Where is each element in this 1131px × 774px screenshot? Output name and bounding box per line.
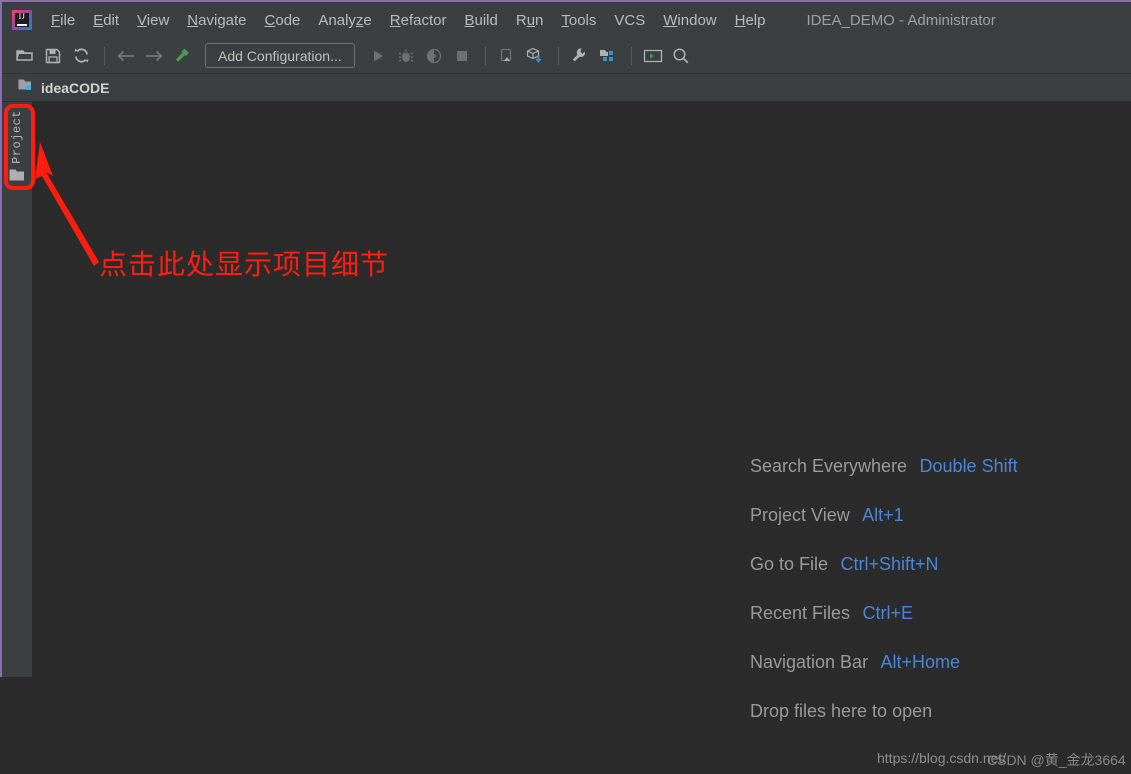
hint-row-search-everywhere: Search Everywhere Double Shift bbox=[750, 442, 1131, 491]
menu-item-analyze[interactable]: Analyze bbox=[309, 9, 380, 32]
menu-bar: IJ File Edit View Navigate Code Analyze … bbox=[2, 0, 1131, 38]
intellij-idea-logo-icon: IJ bbox=[12, 10, 32, 30]
search-magnifier-icon[interactable] bbox=[668, 43, 694, 69]
folder-icon bbox=[9, 168, 26, 187]
hint-label: Project View bbox=[750, 505, 850, 525]
add-configuration-button[interactable]: Add Configuration... bbox=[205, 43, 355, 68]
run-play-icon[interactable] bbox=[365, 43, 391, 69]
forward-arrow-icon[interactable] bbox=[141, 43, 167, 69]
hint-label: Recent Files bbox=[750, 603, 851, 623]
navigation-bar: ideaCODE bbox=[2, 74, 1131, 102]
menu-item-vcs[interactable]: VCS bbox=[605, 9, 654, 32]
left-tool-window-stripe: Project bbox=[2, 102, 32, 677]
window-title: IDEA_DEMO - Administrator bbox=[806, 11, 996, 29]
sync-refresh-icon[interactable] bbox=[68, 43, 94, 69]
hint-shortcut: Ctrl+E bbox=[862, 603, 914, 623]
menu-item-window[interactable]: Window bbox=[654, 9, 725, 32]
build-hammer-icon[interactable] bbox=[169, 43, 195, 69]
breadcrumb-project-name[interactable]: ideaCODE bbox=[41, 80, 109, 96]
menu-item-refactor[interactable]: Refactor bbox=[381, 9, 456, 32]
update-project-icon[interactable] bbox=[494, 43, 520, 69]
watermark-author: CSDN @黄_金龙3664 bbox=[987, 752, 1126, 768]
hint-label: Go to File bbox=[750, 554, 829, 574]
hint-row-project-view: Project View Alt+1 bbox=[750, 491, 1131, 540]
project-tool-window-tab[interactable]: Project bbox=[3, 108, 31, 192]
toolbar-separator-2 bbox=[484, 46, 486, 65]
terminal-window-icon[interactable] bbox=[640, 43, 666, 69]
hint-shortcut: Alt+Home bbox=[880, 652, 961, 672]
hint-shortcut: Alt+1 bbox=[862, 505, 904, 525]
menu-item-navigate[interactable]: Navigate bbox=[178, 9, 255, 32]
editor-shortcut-hints: Search Everywhere Double Shift Project V… bbox=[750, 442, 1131, 736]
settings-wrench-icon[interactable] bbox=[567, 43, 593, 69]
hint-row-recent-files: Recent Files Ctrl+E bbox=[750, 589, 1131, 638]
hint-label: Drop files here to open bbox=[750, 701, 933, 721]
project-tool-window-label: Project bbox=[10, 110, 24, 164]
run-with-coverage-icon[interactable] bbox=[421, 43, 447, 69]
watermark: https://blog.csdn.net/ CSDN @黄_金龙3664 bbox=[877, 750, 1131, 774]
main-toolbar: Add Configuration... bbox=[2, 38, 1131, 74]
menu-item-view[interactable]: View bbox=[128, 9, 178, 32]
hint-row-navigation-bar: Navigation Bar Alt+Home bbox=[750, 638, 1131, 687]
project-folder-icon bbox=[18, 78, 34, 97]
commit-box-icon[interactable] bbox=[522, 43, 548, 69]
hint-row-go-to-file: Go to File Ctrl+Shift+N bbox=[750, 540, 1131, 589]
toolbar-separator-4 bbox=[630, 46, 632, 65]
menu-item-build[interactable]: Build bbox=[455, 9, 506, 32]
editor-empty-area: Search Everywhere Double Shift Project V… bbox=[32, 102, 1131, 768]
open-folder-icon[interactable] bbox=[12, 43, 38, 69]
back-arrow-icon[interactable] bbox=[113, 43, 139, 69]
idea-main-window: IJ File Edit View Navigate Code Analyze … bbox=[0, 0, 1131, 768]
menu-item-run[interactable]: Run bbox=[507, 9, 553, 32]
menu-item-help[interactable]: Help bbox=[726, 9, 775, 32]
stop-square-icon[interactable] bbox=[449, 43, 475, 69]
hint-shortcut: Ctrl+Shift+N bbox=[840, 554, 939, 574]
project-structure-icon[interactable] bbox=[595, 43, 621, 69]
menu-item-edit[interactable]: Edit bbox=[84, 9, 128, 32]
menu-item-file[interactable]: File bbox=[42, 9, 84, 32]
hint-label: Search Everywhere bbox=[750, 456, 908, 476]
hint-label: Navigation Bar bbox=[750, 652, 869, 672]
menu-item-tools[interactable]: Tools bbox=[552, 9, 605, 32]
save-all-icon[interactable] bbox=[40, 43, 66, 69]
hint-row-drop-files: Drop files here to open bbox=[750, 687, 1131, 736]
toolbar-separator-1 bbox=[104, 46, 105, 65]
debug-bug-icon[interactable] bbox=[393, 43, 419, 69]
menu-item-code[interactable]: Code bbox=[256, 9, 310, 32]
toolbar-separator-3 bbox=[557, 46, 559, 65]
hint-shortcut: Double Shift bbox=[919, 456, 1018, 476]
